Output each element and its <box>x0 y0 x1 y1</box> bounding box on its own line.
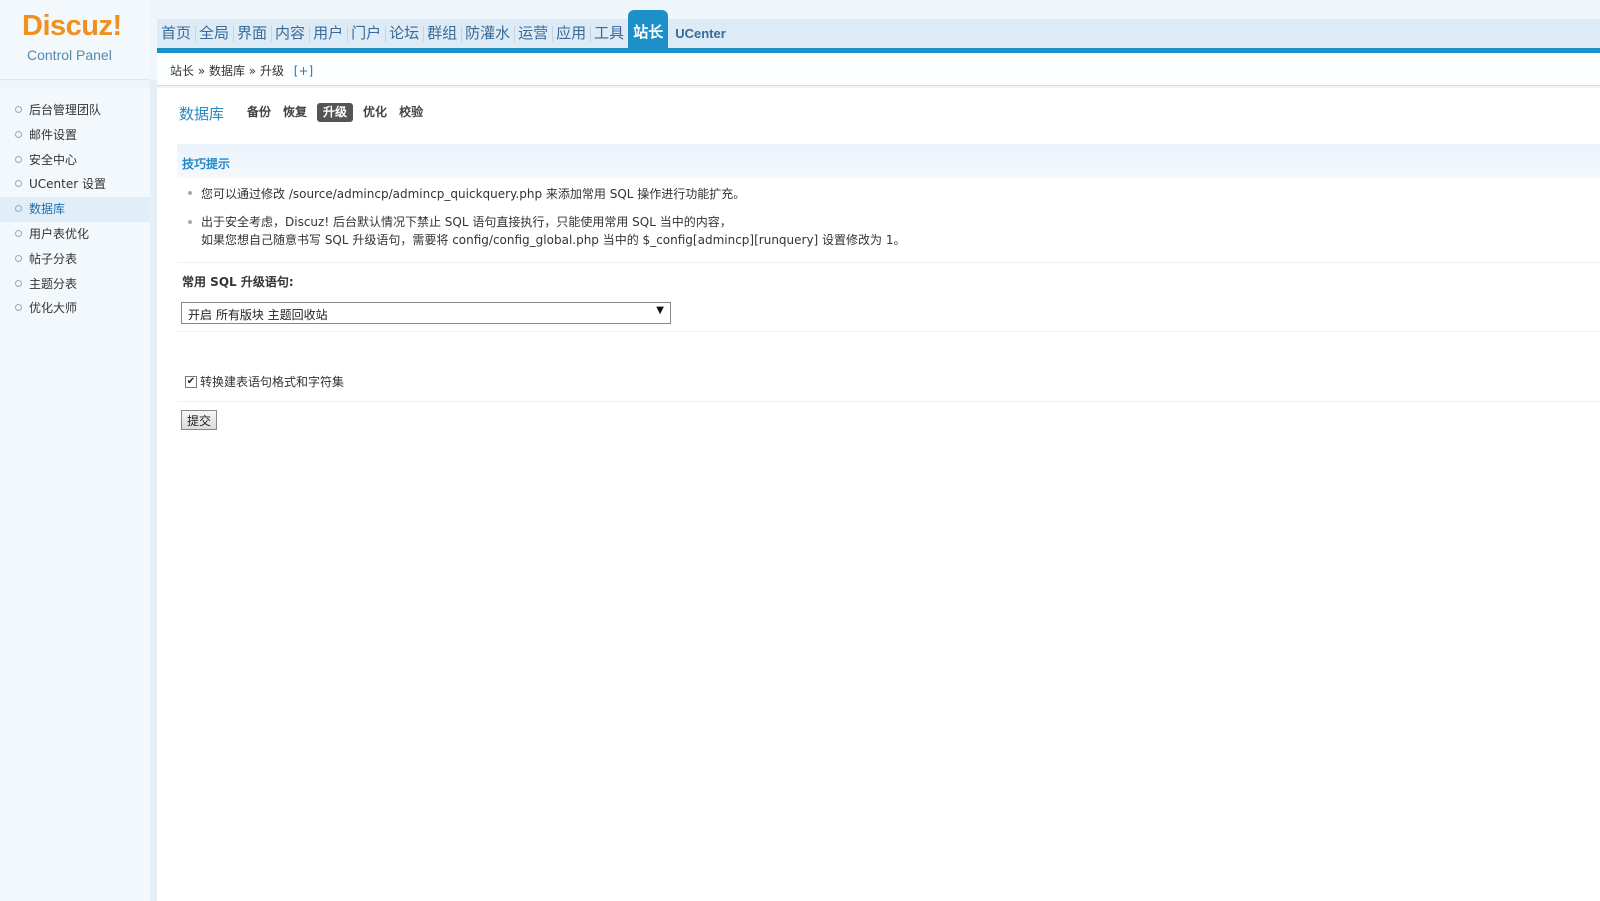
sidebar-item-label: 邮件设置 <box>29 127 78 142</box>
sidebar-item-threadsplit[interactable]: 主题分表 <box>0 272 150 297</box>
bullet-icon <box>15 180 22 188</box>
sidebar-item-membersplit[interactable]: 用户表优化 <box>0 222 150 247</box>
sidebar-item-label: 用户表优化 <box>29 226 90 241</box>
sub-tabs: 备份 恢复 升级 优化 校验 <box>245 103 433 122</box>
dropdown-arrow-icon: ▼ <box>656 305 664 316</box>
nav-extended[interactable]: 运营 <box>514 19 552 48</box>
logo-brand: Discuz! <box>22 10 122 42</box>
convert-label[interactable]: 转换建表语句格式和字符集 <box>200 373 344 390</box>
nav-forum[interactable]: 论坛 <box>385 19 423 48</box>
bullet-icon <box>15 205 22 213</box>
sidebar-item-label: 数据库 <box>29 202 66 217</box>
nav-group[interactable]: 群组 <box>423 19 461 48</box>
breadcrumb: 站长 » 数据库 » 升级 [+] <box>170 62 313 79</box>
breadcrumb-bar: 站长 » 数据库 » 升级 [+] <box>157 53 1600 86</box>
nav-tools[interactable]: 工具 <box>590 19 628 48</box>
sql-select[interactable]: 开启 所有版块 主题回收站 ▼ <box>181 302 671 324</box>
tab-backup[interactable]: 备份 <box>245 103 273 122</box>
sidebar-item-label: 后台管理团队 <box>29 103 102 117</box>
bullet-icon <box>15 304 22 312</box>
tip-item: 出于安全考虑，Discuz! 后台默认情况下禁止 SQL 语句直接执行，只能使用… <box>201 213 906 249</box>
bullet-icon <box>15 229 22 237</box>
tab-check[interactable]: 校验 <box>397 103 425 122</box>
nav-global[interactable]: 全局 <box>195 19 233 48</box>
sidebar-item-mail[interactable]: 邮件设置 <box>0 123 150 148</box>
sidebar-menu: 后台管理团队 邮件设置 安全中心 UCenter 设置 数据库 用户表优化 帖子… <box>0 98 150 321</box>
tab-restore[interactable]: 恢复 <box>281 103 309 122</box>
bullet-icon <box>15 106 22 113</box>
sidebar-item-label: 优化大师 <box>29 301 78 316</box>
divider <box>177 262 1600 263</box>
nav-home[interactable]: 首页 <box>157 19 195 48</box>
tip-bullet-icon <box>188 191 192 195</box>
page-title: 数据库 <box>179 105 225 123</box>
sidebar-item-label: 安全中心 <box>29 152 78 167</box>
top-nav: 首页 全局 界面 内容 用户 门户 论坛 群组 防灌水 运营 应用 工具 站长 … <box>157 10 730 48</box>
nav-ucenter[interactable]: UCenter <box>668 19 730 48</box>
sidebar-item-optimizer[interactable]: 优化大师 <box>0 296 150 321</box>
nav-founder[interactable]: 站长 <box>628 10 669 48</box>
main-content: 数据库 备份 恢复 升级 优化 校验 技巧提示 您可以通过修改 /source/… <box>157 86 1600 901</box>
sidebar-item-security[interactable]: 安全中心 <box>0 148 150 173</box>
sidebar-item-label: 主题分表 <box>29 276 78 291</box>
bullet-icon <box>15 254 22 262</box>
convert-checkbox[interactable]: ✔ <box>185 375 197 388</box>
bullet-icon <box>15 130 22 138</box>
sql-label: 常用 SQL 升级语句: <box>182 275 294 289</box>
divider <box>177 331 1600 332</box>
tip-line: 如果您想自己随意书写 SQL 升级语句，需要将 config/config_gl… <box>201 233 906 247</box>
tip-item: 您可以通过修改 /source/admincp/admincp_quickque… <box>201 187 746 201</box>
bullet-icon <box>15 155 22 163</box>
sidebar-item-ucenter[interactable]: UCenter 设置 <box>0 172 150 197</box>
logo[interactable]: Discuz! Control Panel <box>0 0 150 80</box>
nav-style[interactable]: 界面 <box>233 19 271 48</box>
tip-bullet-icon <box>188 220 192 224</box>
sidebar-item-database[interactable]: 数据库 <box>0 197 150 222</box>
tab-upgrade[interactable]: 升级 <box>317 103 354 122</box>
sidebar-item-label: 帖子分表 <box>29 251 78 266</box>
breadcrumb-path: 站长 » 数据库 » 升级 <box>170 64 284 78</box>
logo-subtitle: Control Panel <box>27 47 112 63</box>
divider <box>177 401 1600 402</box>
sql-select-value: 开启 所有版块 主题回收站 <box>188 308 328 322</box>
convert-option: ✔ 转换建表语句格式和字符集 <box>185 373 344 390</box>
nav-user[interactable]: 用户 <box>309 19 347 48</box>
bullet-icon <box>15 279 22 287</box>
tips-title: 技巧提示 <box>182 157 231 171</box>
tips-header: 技巧提示 <box>177 144 1600 178</box>
tab-optimize[interactable]: 优化 <box>361 103 389 122</box>
nav-content[interactable]: 内容 <box>271 19 309 48</box>
sidebar-border <box>150 80 157 901</box>
nav-safe[interactable]: 防灌水 <box>461 19 514 48</box>
tip-line: 出于安全考虑，Discuz! 后台默认情况下禁止 SQL 语句直接执行，只能使用… <box>201 215 732 229</box>
sidebar: 后台管理团队 邮件设置 安全中心 UCenter 设置 数据库 用户表优化 帖子… <box>0 88 150 901</box>
sidebar-item-postsplit[interactable]: 帖子分表 <box>0 247 150 272</box>
submit-button[interactable]: 提交 <box>181 410 218 430</box>
sidebar-item-label: UCenter 设置 <box>29 177 106 192</box>
add-shortcut-button[interactable]: [+] <box>294 64 313 78</box>
sidebar-item-admin-team[interactable]: 后台管理团队 <box>0 98 150 123</box>
nav-portal[interactable]: 门户 <box>347 19 385 48</box>
nav-plugin[interactable]: 应用 <box>552 19 590 48</box>
